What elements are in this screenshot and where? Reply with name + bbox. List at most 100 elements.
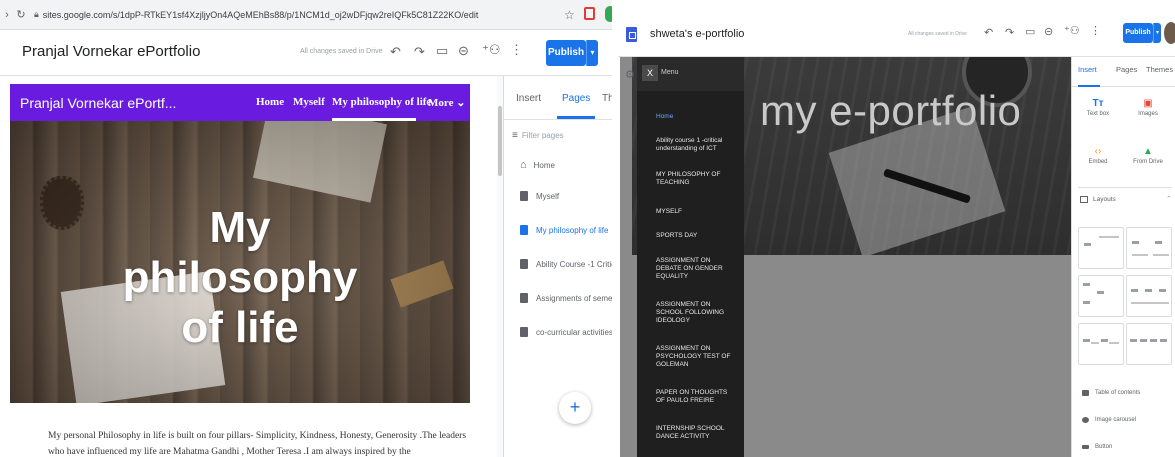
nav-myself[interactable]: Myself [293,96,325,108]
layout-option[interactable] [1126,227,1172,269]
nav-more[interactable]: More ⌄ [428,96,465,109]
layout-image-placeholder [1083,300,1090,304]
extension-icon[interactable] [584,7,595,20]
hero-banner[interactable]: My philosophy of life [10,121,470,403]
filter-placeholder: Filter pages [521,131,564,140]
scrollbar-thumb[interactable] [498,106,502,176]
page-item-label: My philosophy of life [536,225,609,235]
menu-item-school-ideology[interactable]: ASSIGNMENT ON SCHOOL FOLLOWING IDEOLOGY [656,301,736,325]
preview-icon[interactable]: ▭ [436,43,448,59]
layout-option[interactable] [1078,275,1124,317]
site-header-title[interactable]: Pranjal Vornekar ePortf... [20,95,176,111]
body-paragraph[interactable]: My personal Philosophy in life is built … [48,428,468,457]
layout-image-placeholder [1145,288,1152,292]
nav-my-philosophy[interactable]: My philosophy of life [332,96,431,108]
active-tab-underline [557,116,595,119]
menu-item-home[interactable]: Home [656,113,736,121]
publish-dropdown-icon[interactable]: ▾ [1153,23,1161,43]
page-item-assignments[interactable]: Assignments of semest [520,293,612,303]
right-editor-window: shweta's e-portfolio All changes saved i… [618,0,1175,457]
insert-images[interactable]: ▣ Images [1128,97,1168,117]
tab-themes[interactable]: Themes [1146,65,1173,74]
panel-divider [1078,187,1172,188]
menu-item-gender-equality[interactable]: ASSIGNMENT ON DEBATE ON GENDER EQUALITY [656,257,736,281]
layout-option[interactable] [1126,275,1172,317]
menu-item-sports-day[interactable]: SPORTS DAY [656,232,736,240]
filter-pages-input[interactable]: ≡ Filter pages [512,130,564,141]
site-title[interactable]: Pranjal Vornekar ePortfolio [22,43,200,60]
tab-insert[interactable]: Insert [516,93,541,104]
link-icon[interactable]: ⊝ [1044,25,1053,38]
page-item-co-curricular[interactable]: co-curricular activities.. [520,327,612,337]
layout-option[interactable] [1078,227,1124,269]
hero-title[interactable]: my e-portfolio [760,87,1021,135]
nav-home[interactable]: Home [256,96,284,108]
insert-from-drive[interactable]: ▲ From Drive [1128,145,1168,165]
page-item-myself[interactable]: Myself [520,191,559,201]
close-menu-button[interactable]: X [642,65,658,81]
layouts-section-title[interactable]: Layouts [1080,196,1116,203]
layout-option[interactable] [1078,323,1124,365]
redo-icon[interactable]: ↷ [1005,26,1014,39]
collapse-icon[interactable]: ⌃ [1166,195,1172,203]
layout-image-placeholder [1160,338,1167,342]
url-text[interactable]: sites.google.com/s/1dpP-RTkEY1sf4XzjljyO… [43,10,479,20]
hero-title[interactable]: My philosophy of life [10,203,470,353]
menu-item-psychology-test[interactable]: ASSIGNMENT ON PSYCHOLOGY TEST OF GOLEMAN [656,345,736,369]
page-item-label: co-curricular activities.. [536,327,612,337]
menu-item-myself[interactable]: MYSELF [656,208,736,216]
reload-icon[interactable]: ↻ [14,8,28,21]
forward-icon[interactable]: › [0,9,14,21]
menu-item-internship-dance[interactable]: INTERNSHIP SCHOOL DANCE ACTIVITY [656,425,736,441]
layout-image-placeholder [1155,240,1162,244]
undo-icon[interactable]: ↶ [984,26,993,39]
more-vert-icon[interactable]: ⋮ [1090,24,1101,37]
publish-button[interactable]: Publish [1123,23,1153,43]
link-icon[interactable]: ⊝ [458,43,469,59]
insert-embed[interactable]: ‹› Embed [1078,145,1118,165]
menu-header: X Menu [637,57,744,91]
share-icon[interactable]: ⁺⚇ [482,42,501,58]
gear-icon[interactable]: ⚙ [625,68,635,81]
layout-option[interactable] [1126,323,1172,365]
menu-item-paulo-freire[interactable]: PAPER ON THOUGHTS OF PAULO FREIRE [656,389,736,405]
insert-button[interactable]: Button [1082,444,1112,450]
home-icon: ⌂ [520,159,527,171]
page-item-home[interactable]: ⌂ Home [520,159,555,171]
bookmark-star-icon[interactable]: ☆ [564,8,575,22]
nav-more-label: More [428,97,454,109]
tab-pages[interactable]: Pages [562,93,590,104]
tab-pages[interactable]: Pages [1116,65,1137,74]
more-vert-icon[interactable]: ⋮ [510,42,523,58]
component-label: Button [1095,444,1113,450]
share-icon[interactable]: ⁺⚇ [1064,24,1080,37]
undo-icon[interactable]: ↶ [390,44,401,60]
layout-image-placeholder [1150,338,1157,342]
page-icon [520,191,528,201]
extension-green-icon[interactable] [605,6,612,22]
active-tab-underline [1078,85,1100,87]
page-icon [520,293,528,303]
avatar[interactable] [1164,22,1175,44]
pages-panel: Insert Pages Th ≡ Filter pages ⌂ Home Myse… [503,76,612,457]
publish-button[interactable]: Publish [546,40,586,66]
insert-image-carousel[interactable]: Image carousel [1082,417,1136,423]
page-icon [520,225,528,235]
layout-image-placeholder [1084,242,1091,246]
add-page-button[interactable]: + [559,392,591,424]
menu-item-ability-course[interactable]: Ability course 1 -critical understanding… [656,137,736,153]
insert-table-of-contents[interactable]: Table of contents [1082,390,1140,396]
site-title[interactable]: shweta's e-portfolio [650,28,744,40]
page-item-ability-course[interactable]: Ability Course -1 Critical [520,259,612,269]
insert-text-box[interactable]: Tт Text box [1078,97,1118,117]
insert-label: Images [1138,111,1158,117]
menu-item-philosophy-teaching[interactable]: MY PHILOSOPHY OF TEACHING [656,171,736,187]
page-item-my-philosophy[interactable]: My philosophy of life [520,225,608,235]
tab-themes[interactable]: Th [602,93,612,104]
tab-insert[interactable]: Insert [1078,65,1097,74]
page-item-label: Myself [536,191,560,201]
publish-dropdown-icon[interactable]: ▾ [586,40,598,66]
preview-icon[interactable]: ▭ [1025,25,1035,38]
google-sites-logo-icon[interactable] [626,27,637,42]
redo-icon[interactable]: ↷ [414,44,425,60]
